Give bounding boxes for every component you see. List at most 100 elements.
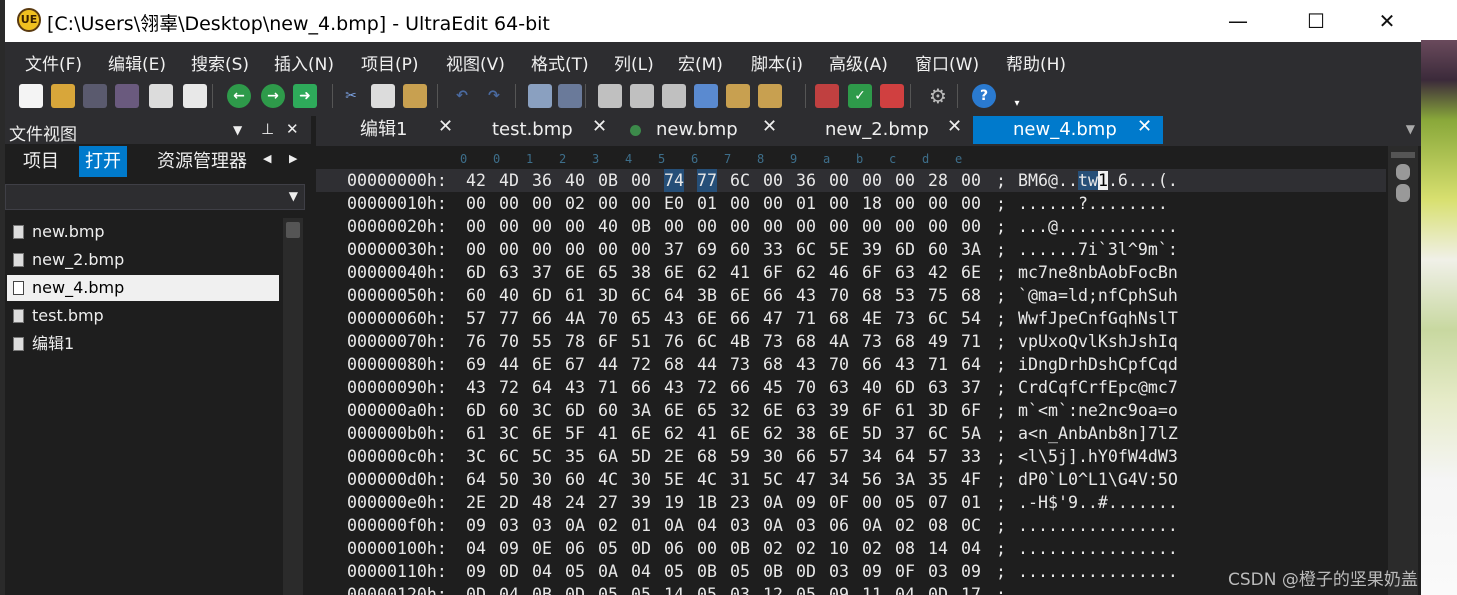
redo-icon[interactable]: ↷ [482,84,506,108]
hex-byte[interactable]: 00 [466,215,486,238]
hex-byte[interactable]: 43 [895,353,915,376]
hex-byte[interactable]: 03 [532,514,552,537]
hex-byte[interactable]: 06 [565,537,585,560]
hex-byte[interactable]: 6E [532,422,552,445]
hex-byte[interactable]: 0D [631,537,651,560]
hex-byte[interactable]: 30 [631,468,651,491]
hex-byte[interactable]: 71 [796,307,816,330]
hex-ascii-text[interactable]: ................ [1018,583,1178,595]
hex-byte[interactable]: 43 [796,353,816,376]
hex-byte[interactable]: 2E [664,445,684,468]
split-handle[interactable] [1391,152,1415,158]
hex-byte[interactable]: 34 [829,468,849,491]
hex-byte[interactable]: 09 [862,560,882,583]
hex-ascii-text[interactable]: ...@............ [1018,215,1178,238]
hex-byte[interactable]: 04 [697,514,717,537]
hex-byte[interactable]: 68 [796,330,816,353]
hex-byte[interactable]: 00 [961,215,981,238]
hex-byte[interactable]: 09 [796,491,816,514]
hex-byte[interactable]: 60 [565,468,585,491]
hex-byte[interactable]: 01 [697,192,717,215]
scroll-up-button[interactable] [286,222,300,238]
hex-ascii-text[interactable]: BM6@..tw1.6...(. [1018,169,1178,192]
hex-byte[interactable]: 05 [598,537,618,560]
hex-byte[interactable]: 60 [598,399,618,422]
hex-byte[interactable]: 04 [499,583,519,595]
hex-byte[interactable]: 70 [499,330,519,353]
hex-byte[interactable]: 61 [565,284,585,307]
hex-byte[interactable]: 73 [895,307,915,330]
hex-byte[interactable]: 00 [862,215,882,238]
hex-byte[interactable]: 65 [631,307,651,330]
print-preview-icon[interactable] [183,84,207,108]
file-list-item[interactable]: new_2.bmp [7,247,279,273]
menu-item-3[interactable]: 插入(N) [274,50,334,75]
hex-ascii-text[interactable]: <l\5j].hY0fW4dW3 [1018,445,1178,468]
hex-byte[interactable]: 45 [763,376,783,399]
hex-byte[interactable]: 0D [499,560,519,583]
hex-ascii-text[interactable]: vpUxoQvlKshJshIq [1018,330,1178,353]
hex-byte[interactable]: 00 [631,169,651,192]
hex-ascii-text[interactable]: mc7ne8nbAobFocBn [1018,261,1178,284]
hex-byte[interactable]: 0B [631,215,651,238]
hex-byte[interactable]: 64 [961,353,981,376]
hex-byte[interactable]: 66 [730,376,750,399]
menu-item-9[interactable]: 脚本(i) [751,50,803,75]
hex-byte[interactable]: 00 [730,192,750,215]
hex-byte[interactable]: 62 [763,422,783,445]
hex-byte[interactable]: 4B [730,330,750,353]
hex-byte[interactable]: 05 [895,491,915,514]
hex-byte[interactable]: 0B [763,560,783,583]
hex-byte[interactable]: 64 [466,468,486,491]
hex-byte[interactable]: 46 [829,261,849,284]
hex-byte[interactable]: 6E [631,422,651,445]
hex-byte[interactable]: 18 [862,192,882,215]
editor-tab-2[interactable]: new.bmp ✕ [616,116,781,144]
hex-byte[interactable]: 62 [664,422,684,445]
hex-byte[interactable]: 0D [796,560,816,583]
hex-byte[interactable]: 05 [631,583,651,595]
hex-byte[interactable]: 6D [466,261,486,284]
hex-byte[interactable]: 77 [697,169,717,192]
hex-byte[interactable]: 4C [697,468,717,491]
hex-byte[interactable]: 72 [631,353,651,376]
hex-editor[interactable]: 00123456789abcde 00000000h: 42 4D 36 40 0B 00 7… [316,146,1421,595]
hex-byte[interactable]: 09 [961,560,981,583]
hex-byte[interactable]: 00 [499,238,519,261]
menu-item-7[interactable]: 列(L) [614,50,654,75]
hex-byte[interactable]: 3C [466,445,486,468]
hex-byte[interactable]: 64 [532,376,552,399]
hex-byte[interactable]: 3B [697,284,717,307]
hex-ascii-text[interactable]: ................ [1018,514,1178,537]
hex-byte[interactable]: 6C [499,445,519,468]
hex-byte[interactable]: 78 [565,330,585,353]
replace-icon[interactable] [694,84,718,108]
hex-byte[interactable]: 04 [895,583,915,595]
hex-byte[interactable]: 00 [829,215,849,238]
hex-byte[interactable]: 66 [796,445,816,468]
hex-byte[interactable]: 00 [862,169,882,192]
hex-byte[interactable]: 05 [730,560,750,583]
hex-byte[interactable]: 3A [631,399,651,422]
hex-byte[interactable]: 4C [598,468,618,491]
hex-byte[interactable]: 30 [763,445,783,468]
maximize-button[interactable]: ☐ [1293,0,1339,42]
save-all-icon[interactable] [115,84,139,108]
hex-byte[interactable]: 02 [862,537,882,560]
hex-byte[interactable]: 5E [664,468,684,491]
hex-byte[interactable]: 75 [928,284,948,307]
hex-byte[interactable]: 62 [697,261,717,284]
hex-byte[interactable]: 72 [697,376,717,399]
hex-byte[interactable]: 37 [532,261,552,284]
hex-byte[interactable]: 3D [928,399,948,422]
hex-byte[interactable]: 0D [928,583,948,595]
hex-byte[interactable]: 4A [565,307,585,330]
hex-byte[interactable]: 4F [961,468,981,491]
hex-byte[interactable]: 0A [862,514,882,537]
hex-byte[interactable]: 57 [829,445,849,468]
help-icon[interactable]: ? [972,84,996,108]
hex-byte[interactable]: 14 [664,583,684,595]
hex-byte[interactable]: 68 [697,445,717,468]
hex-byte[interactable]: 09 [466,514,486,537]
hex-byte[interactable]: 14 [928,537,948,560]
